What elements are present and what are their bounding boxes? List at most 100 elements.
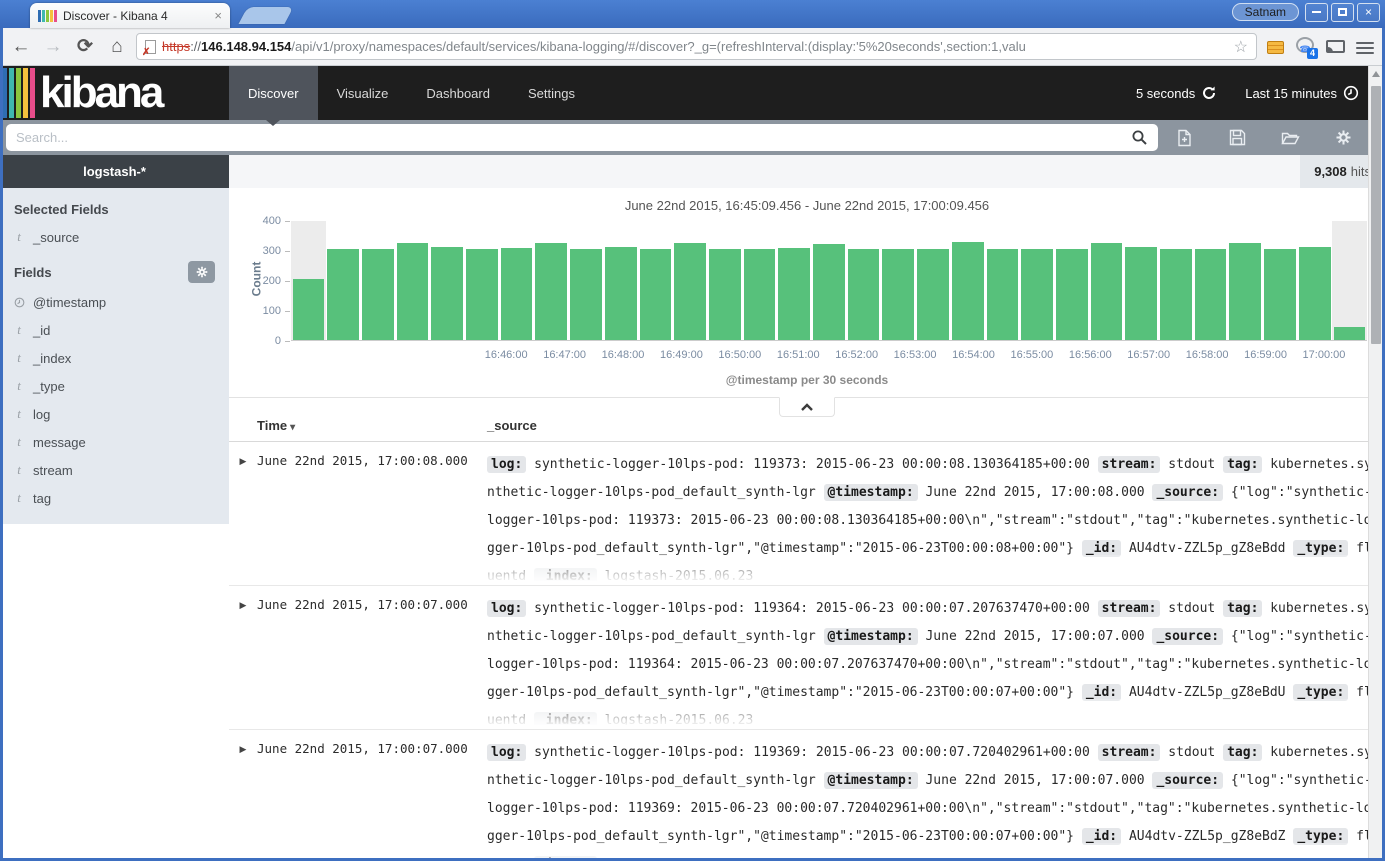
reload-icon[interactable]: ⟳	[72, 35, 98, 58]
histogram-bar[interactable]	[707, 221, 742, 340]
home-icon[interactable]: ⌂	[104, 36, 130, 58]
browser-tab[interactable]: Discover - Kibana 4 ×	[30, 3, 230, 28]
bar-fill	[674, 243, 706, 340]
chevron-up-icon	[800, 403, 814, 412]
bar-fill	[640, 249, 672, 340]
column-header-source: _source	[487, 418, 537, 433]
histogram-bar[interactable]	[1089, 221, 1124, 340]
histogram-bar[interactable]	[673, 221, 708, 340]
maximize-button[interactable]	[1331, 3, 1354, 22]
bookmark-star-icon[interactable]: ☆	[1228, 37, 1248, 57]
histogram-bar[interactable]	[1228, 221, 1263, 340]
column-header-time[interactable]: Time▾	[257, 418, 487, 433]
sidebar-field-_index[interactable]: t_index	[0, 344, 229, 372]
profile-button[interactable]: Satnam	[1232, 3, 1299, 21]
histogram-bar[interactable]	[1159, 221, 1194, 340]
url-bar[interactable]: https :// 146.148.94.154 /api/v1/proxy/n…	[136, 33, 1257, 60]
time-range-control[interactable]: Last 15 minutes	[1245, 85, 1359, 101]
close-button[interactable]: ×	[1357, 3, 1380, 22]
gold-extension-icon[interactable]	[1263, 36, 1287, 58]
expand-row-icon[interactable]: ▶	[229, 595, 257, 725]
histogram-bar[interactable]	[950, 221, 985, 340]
histogram-bar[interactable]	[499, 221, 534, 340]
expand-row-icon[interactable]: ▶	[229, 739, 257, 858]
histogram-bar[interactable]	[360, 221, 395, 340]
sidebar-field-log[interactable]: tlog	[0, 400, 229, 428]
histogram-bar[interactable]	[603, 221, 638, 340]
nav-item-settings[interactable]: Settings	[509, 66, 594, 120]
new-tab-button[interactable]	[238, 7, 293, 24]
histogram-bar[interactable]	[430, 221, 465, 340]
tab-close-icon[interactable]: ×	[214, 8, 222, 23]
settings-gear-icon[interactable]	[1331, 125, 1357, 151]
y-tick-mark	[285, 341, 290, 342]
histogram-bar[interactable]	[1193, 221, 1228, 340]
sidebar-field-_id[interactable]: t_id	[0, 316, 229, 344]
bars-container	[291, 221, 1367, 341]
page-scrollbar[interactable]	[1368, 66, 1382, 858]
histogram-bar[interactable]	[1332, 221, 1367, 340]
minimize-button[interactable]	[1305, 3, 1328, 22]
refresh-interval-control[interactable]: 5 seconds	[1136, 85, 1217, 101]
insecure-page-icon[interactable]	[145, 40, 156, 54]
histogram-bar[interactable]	[1297, 221, 1332, 340]
histogram-bar[interactable]	[1020, 221, 1055, 340]
nav-item-dashboard[interactable]: Dashboard	[407, 66, 509, 120]
histogram-bar[interactable]	[985, 221, 1020, 340]
bar-fill	[362, 249, 394, 340]
bar-fill	[778, 248, 810, 340]
save-search-icon[interactable]	[1225, 125, 1251, 151]
back-icon[interactable]: ←	[8, 36, 34, 58]
histogram-bar[interactable]	[326, 221, 361, 340]
search-icon[interactable]	[1131, 129, 1148, 146]
kibana-logo[interactable]: kibana	[0, 66, 229, 120]
expand-row-icon[interactable]: ▶	[229, 451, 257, 581]
string-type-icon: t	[14, 378, 24, 394]
nav-item-visualize[interactable]: Visualize	[318, 66, 408, 120]
collapse-chart-button[interactable]	[779, 397, 835, 417]
scrollbar-up-arrow[interactable]	[1372, 71, 1380, 77]
refresh-icon	[1201, 85, 1217, 101]
scrollbar-thumb[interactable]	[1371, 86, 1381, 344]
histogram-bar[interactable]	[881, 221, 916, 340]
histogram-bar[interactable]	[777, 221, 812, 340]
sidebar-field-@timestamp[interactable]: @timestamp	[0, 289, 229, 316]
histogram-bar[interactable]	[638, 221, 673, 340]
hangouts-phone-icon[interactable]: ☎ 4	[1293, 36, 1317, 58]
histogram-bar[interactable]	[916, 221, 951, 340]
open-search-icon[interactable]	[1278, 125, 1304, 151]
chrome-menu-icon[interactable]	[1353, 36, 1377, 58]
sidebar-field-stream[interactable]: tstream	[0, 456, 229, 484]
time-range-label: Last 15 minutes	[1245, 86, 1337, 101]
y-tick-label: 200	[263, 275, 281, 287]
histogram-bar[interactable]	[395, 221, 430, 340]
sidebar-field-tag[interactable]: ttag	[0, 484, 229, 512]
sidebar-field-message[interactable]: tmessage	[0, 428, 229, 456]
field-badge-_id: _id:	[1082, 684, 1121, 701]
histogram-bar[interactable]	[846, 221, 881, 340]
histogram-bar[interactable]	[1054, 221, 1089, 340]
histogram-bar[interactable]	[569, 221, 604, 340]
bar-fill	[1056, 249, 1088, 340]
nav-item-discover[interactable]: Discover	[229, 66, 318, 120]
clock-icon	[1343, 85, 1359, 101]
histogram-bar[interactable]	[812, 221, 847, 340]
y-tick-label: 300	[263, 245, 281, 257]
search-input[interactable]	[6, 124, 1158, 151]
bar-fill	[848, 249, 880, 340]
field-badge-_index: _index:	[534, 712, 597, 725]
chromecast-icon[interactable]	[1323, 36, 1347, 58]
histogram-bar[interactable]	[465, 221, 500, 340]
table-row: ▶June 22nd 2015, 17:00:07.000log: synthe…	[229, 586, 1385, 730]
string-type-icon: t	[14, 434, 24, 450]
index-pattern-selector[interactable]: logstash-*	[0, 155, 229, 188]
histogram-bar[interactable]	[534, 221, 569, 340]
sidebar-field-_type[interactable]: t_type	[0, 372, 229, 400]
field-settings-button[interactable]	[188, 261, 215, 283]
sidebar-field-_source[interactable]: t_source	[0, 223, 229, 251]
histogram-bar[interactable]	[742, 221, 777, 340]
histogram-bar[interactable]	[1124, 221, 1159, 340]
histogram-bar[interactable]	[1263, 221, 1298, 340]
new-search-icon[interactable]	[1172, 125, 1198, 151]
histogram-bar[interactable]	[291, 221, 326, 340]
